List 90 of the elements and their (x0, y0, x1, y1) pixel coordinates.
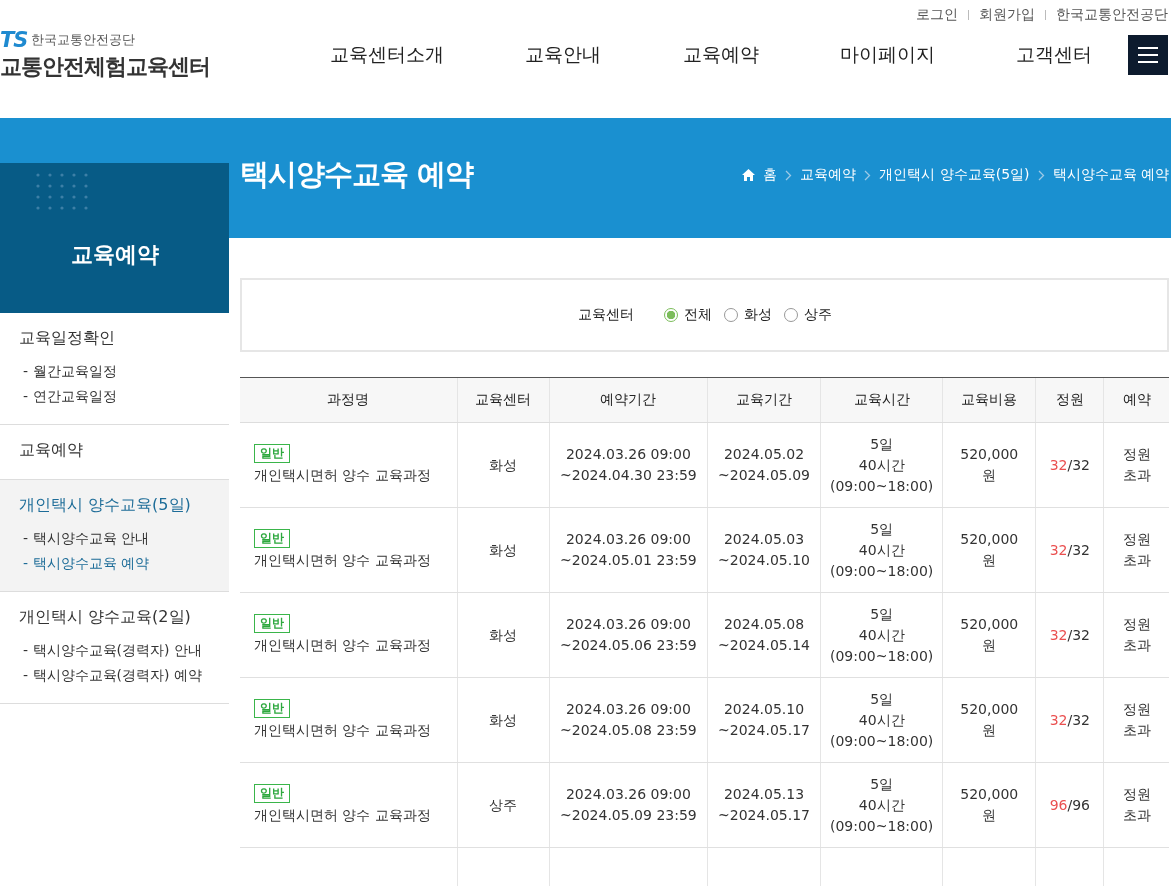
category-badge: 일반 (254, 444, 290, 463)
top-link[interactable]: 회원가입 (979, 6, 1035, 24)
sidebar-item[interactable]: 교육일정확인 (19, 328, 210, 349)
sidebar-title: 교육예약 (70, 241, 159, 269)
column-header: 예약기간 (549, 377, 708, 423)
course-link[interactable]: 개인택시면허 양수 교육과정 (254, 720, 431, 741)
table-cell: 화성 (457, 677, 550, 763)
sidebar-subitem[interactable]: - 택시양수교육 안내 (23, 530, 210, 548)
table-cell: 2024.05.13 ~2024.05.17 (707, 762, 821, 848)
menu-button[interactable] (1128, 35, 1168, 75)
table-cell: 화성 (457, 422, 550, 508)
table-cell: 화성 (457, 507, 550, 593)
table-cell: 2024.05.02 ~2024.05.09 (707, 422, 821, 508)
nav-item[interactable]: 마이페이지 (839, 42, 935, 68)
home-icon (742, 169, 756, 181)
chevron-icon (785, 169, 793, 181)
table-cell: 32/32 (1035, 592, 1104, 678)
table-cell: 정원 초과 (1103, 592, 1169, 678)
column-header: 정원 (1035, 377, 1104, 423)
breadcrumb-link[interactable]: 개인택시 양수교육(5일) (879, 166, 1030, 184)
table-cell: 2024.03.26 09:00 ~2024.05.06 23:59 (549, 592, 708, 678)
table-cell: 2024.03.26 09:00 ~2024.05.01 23:59 (549, 507, 708, 593)
filter-label: 교육센터 (577, 306, 634, 324)
table-cell: 2024.03.26 09:00 ~2024.05.09 23:59 (549, 762, 708, 848)
column-header: 교육센터 (457, 377, 550, 423)
top-link[interactable]: 로그인 (916, 6, 958, 24)
course-link[interactable]: 개인택시면허 양수 교육과정 (254, 805, 431, 826)
nav-item[interactable]: 교육예약 (682, 42, 759, 68)
table-cell: 상주 (457, 762, 550, 848)
chevron-icon (864, 169, 872, 181)
table-cell: 5일 40시간 (09:00~18:00) (820, 507, 943, 593)
table-cell: 520,000 원 (942, 677, 1036, 763)
radio-option[interactable]: 상주 (783, 306, 832, 324)
sidebar-subitem[interactable]: - 월간교육일정 (23, 363, 210, 381)
menu-icon (1138, 47, 1158, 63)
course-link[interactable]: 개인택시면허 양수 교육과정 (254, 635, 431, 656)
column-header: 교육기간 (707, 377, 821, 423)
category-badge: 일반 (254, 614, 290, 633)
table-cell: 32/32 (1035, 677, 1104, 763)
category-badge: 일반 (254, 699, 290, 718)
nav-item[interactable]: 교육안내 (525, 42, 602, 68)
radio-option[interactable]: 전체 (663, 306, 712, 324)
table-cell: 정원 초과 (1103, 762, 1169, 848)
category-badge: 일반 (254, 529, 290, 548)
table-cell: 2024.05.08 ~2024.05.14 (707, 592, 821, 678)
sidebar-subitem[interactable]: - 택시양수교육(경력자) 안내 (23, 642, 210, 660)
sidebar-item[interactable]: 교육예약 (19, 440, 210, 461)
table-cell: 520,000 원 (942, 592, 1036, 678)
chevron-icon (1037, 169, 1045, 181)
table-cell: 32/32 (1035, 422, 1104, 508)
table-cell: 5일 40시간 (09:00~18:00) (820, 592, 943, 678)
table-cell: 96/96 (1035, 762, 1104, 848)
table-cell: 5일 40시간 (09:00~18:00) (820, 422, 943, 508)
table-cell: 정원 초과 (1103, 677, 1169, 763)
column-header: 교육시간 (820, 377, 943, 423)
column-header: 예약 (1103, 377, 1169, 423)
course-link[interactable]: 개인택시면허 양수 교육과정 (254, 550, 431, 571)
nav-item[interactable]: 고객센터 (1016, 42, 1092, 68)
table-cell: 2024.05.10 ~2024.05.17 (707, 677, 821, 763)
sidebar-subitem[interactable]: - 택시양수교육(경력자) 예약 (23, 667, 210, 685)
table-cell: 520,000 원 (942, 422, 1036, 508)
table-cell: 5일 40시간 (09:00~18:00) (820, 762, 943, 848)
table-cell: 520,000 원 (942, 762, 1036, 848)
table-cell: 2024.03.26 09:00 ~2024.04.30 23:59 (549, 422, 708, 508)
sidebar-subitem[interactable]: - 연간교육일정 (23, 388, 210, 406)
sidebar-subitem[interactable]: - 택시양수교육 예약 (23, 555, 210, 573)
table-cell: 2024.03.26 09:00 ~2024.05.08 23:59 (549, 677, 708, 763)
table-cell: 5일 40시간 (09:00~18:00) (820, 677, 943, 763)
breadcrumb-link[interactable]: 택시양수교육 예약 (1052, 166, 1169, 184)
radio-option[interactable]: 화성 (723, 306, 772, 324)
logo-mark: TS (0, 28, 28, 52)
nav-item[interactable]: 교육센터소개 (330, 42, 444, 68)
site-title[interactable]: 교통안전체험교육센터 (0, 52, 330, 82)
top-link[interactable]: 한국교통안전공단 (1056, 6, 1168, 24)
course-link[interactable]: 개인택시면허 양수 교육과정 (254, 465, 431, 486)
sidebar-item[interactable]: 개인택시 양수교육(2일) (19, 607, 210, 628)
table-cell: 520,000 원 (942, 507, 1036, 593)
table-cell: 정원 초과 (1103, 507, 1169, 593)
table-cell: 32/32 (1035, 507, 1104, 593)
page-title: 택시양수교육 예약 (240, 156, 474, 193)
table-cell: 정원 초과 (1103, 422, 1169, 508)
org-name: 한국교통안전공단 (31, 31, 136, 49)
sidebar-item[interactable]: 개인택시 양수교육(5일) (19, 495, 210, 516)
breadcrumb-link[interactable]: 홈 (763, 166, 778, 184)
table-cell: 2024.05.03 ~2024.05.10 (707, 507, 821, 593)
category-badge: 일반 (254, 784, 290, 803)
breadcrumb-link[interactable]: 교육예약 (800, 166, 857, 184)
table-cell: 화성 (457, 592, 550, 678)
column-header: 과정명 (240, 377, 458, 423)
column-header: 교육비용 (942, 377, 1036, 423)
